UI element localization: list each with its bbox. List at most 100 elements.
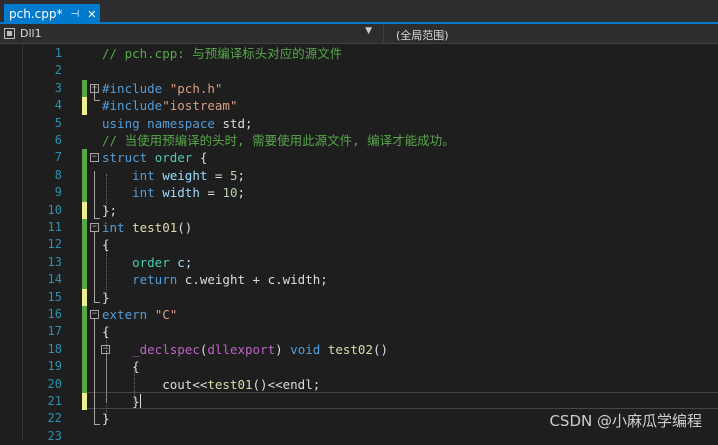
comment: // pch.cpp: 与预编译标头对应的源文件 [102,46,343,61]
line-number: 20 [47,376,62,391]
member-name: width [162,185,200,201]
type-name: order [132,254,170,270]
collapse-icon[interactable]: − [90,223,99,232]
code-line[interactable]: 12 { [0,236,718,254]
code-line[interactable]: 7 − struct order { [0,149,718,167]
local-declaration: order c; [102,254,192,271]
code-editor[interactable]: 1 // pch.cpp: 与预编译标头对应的源文件 2 3 − #includ… [0,44,718,443]
comment: // 当使用预编译的头时, 需要使用此源文件, 编译才能成功。 [102,133,455,148]
code-line[interactable]: 3 − #include "pch.h" [0,79,718,98]
line-number: 14 [47,272,62,287]
brace: } [102,411,110,427]
code-line[interactable]: 5 using namespace std; [0,115,718,132]
line-number: 23 [47,428,62,443]
collapse-icon[interactable]: − [90,310,99,319]
tab-pch-cpp[interactable]: pch.cpp* ⊣ ✕ [4,4,100,24]
code-line[interactable]: 13 order c; [0,253,718,272]
expression: c.weight + c.width; [184,272,328,288]
line-number: 8 [54,167,62,182]
macro-name: _declspec [132,341,200,357]
collapse-icon[interactable]: − [90,83,99,93]
function-name: test02 [327,341,373,357]
code-line[interactable]: 21 } [0,393,718,411]
string-literal: "iostream" [162,98,238,114]
code-line[interactable]: 16 − extern "C" [0,306,718,324]
code-line[interactable]: 4 #include"iostream" [0,97,718,115]
brace: } [102,289,110,305]
change-marker [82,306,87,324]
change-marker [82,166,87,185]
code-line[interactable]: 20 cout<<test01()<<endl; [0,375,718,393]
collapse-icon[interactable]: − [90,153,99,163]
code-line[interactable]: 17 { [0,323,718,341]
string-literal: "C" [154,307,178,322]
code-line[interactable]: 19 { [0,358,718,376]
keyword: int [102,220,125,235]
string-literal: "pch.h" [169,80,223,96]
code-line[interactable]: 2 [0,62,718,79]
struct-declaration: struct order { [102,149,207,166]
text-caret [139,394,141,408]
type-name: order [154,150,193,166]
keyword: int [132,167,155,183]
change-marker [82,340,87,359]
keyword: extern [102,307,148,322]
change-marker [82,79,87,98]
brace: { [199,150,208,166]
include-directive: #include"iostream" [102,97,237,114]
semicolon: ; [237,167,246,183]
navigation-bar: Dll1 ▼ (全局范围) [0,24,718,44]
member-declaration: int weight = 5; [102,167,245,184]
project-name: Dll1 [20,27,42,40]
close-icon[interactable]: ✕ [87,8,96,21]
change-marker [82,323,87,341]
line-number: 21 [47,394,62,408]
change-marker [82,149,87,167]
scope-dropdown[interactable]: (全局范围) [396,27,449,43]
code-line[interactable]: 15 } [0,288,718,306]
variable-name: c [177,254,185,270]
project-dropdown[interactable]: Dll1 ▼ [4,26,374,41]
namespace-name: std; [222,115,253,131]
operator: = [199,185,223,201]
keyword: int [132,185,155,201]
keyword: void [290,341,321,357]
brace: { [102,237,110,253]
nav-divider [383,24,384,43]
document-tab-bar: pch.cpp* ⊣ ✕ [0,0,718,24]
include-directive: #include "pch.h" [102,80,222,97]
pin-icon[interactable]: ⊣ [70,9,79,20]
line-number: 19 [47,359,62,374]
operator: = [207,167,230,183]
parens: () [372,341,389,357]
line-number: 15 [47,289,62,304]
code-line[interactable]: 1 // pch.cpp: 与预编译标头对应的源文件 [0,45,718,62]
keyword: using [102,115,140,131]
code-line[interactable]: 11 − int test01() [0,219,718,237]
brace: { [132,359,140,375]
parens: () [177,220,193,235]
line-number: 3 [54,80,62,95]
stream-expression: cout<< [162,376,208,392]
code-line[interactable]: 10 }; [0,201,718,219]
change-marker [82,184,87,202]
change-marker [82,375,87,393]
line-number: 9 [54,185,62,200]
code-line[interactable]: 8 int weight = 5; [0,166,718,185]
function-call: test01 [207,376,253,392]
code-line[interactable]: 14 return c.weight + c.width; [0,271,718,289]
preprocessor-keyword: #include [102,80,163,96]
code-line[interactable]: 9 int width = 10; [0,184,718,202]
change-marker [82,393,87,411]
function-name: test01 [132,220,178,235]
change-marker [82,358,87,376]
code-line[interactable]: 6 // 当使用预编译的头时, 需要使用此源文件, 编译才能成功。 [0,132,718,149]
line-number: 11 [47,220,62,234]
line-number: 18 [47,341,62,356]
line-number: 12 [47,237,62,252]
watermark: CSDN @小麻瓜学编程 [549,412,702,430]
chevron-down-icon[interactable]: ▼ [365,26,372,36]
brace: { [102,324,110,340]
code-line[interactable]: 18 − _declspec(dllexport) void test02() [0,340,718,359]
line-number: 4 [54,98,62,113]
